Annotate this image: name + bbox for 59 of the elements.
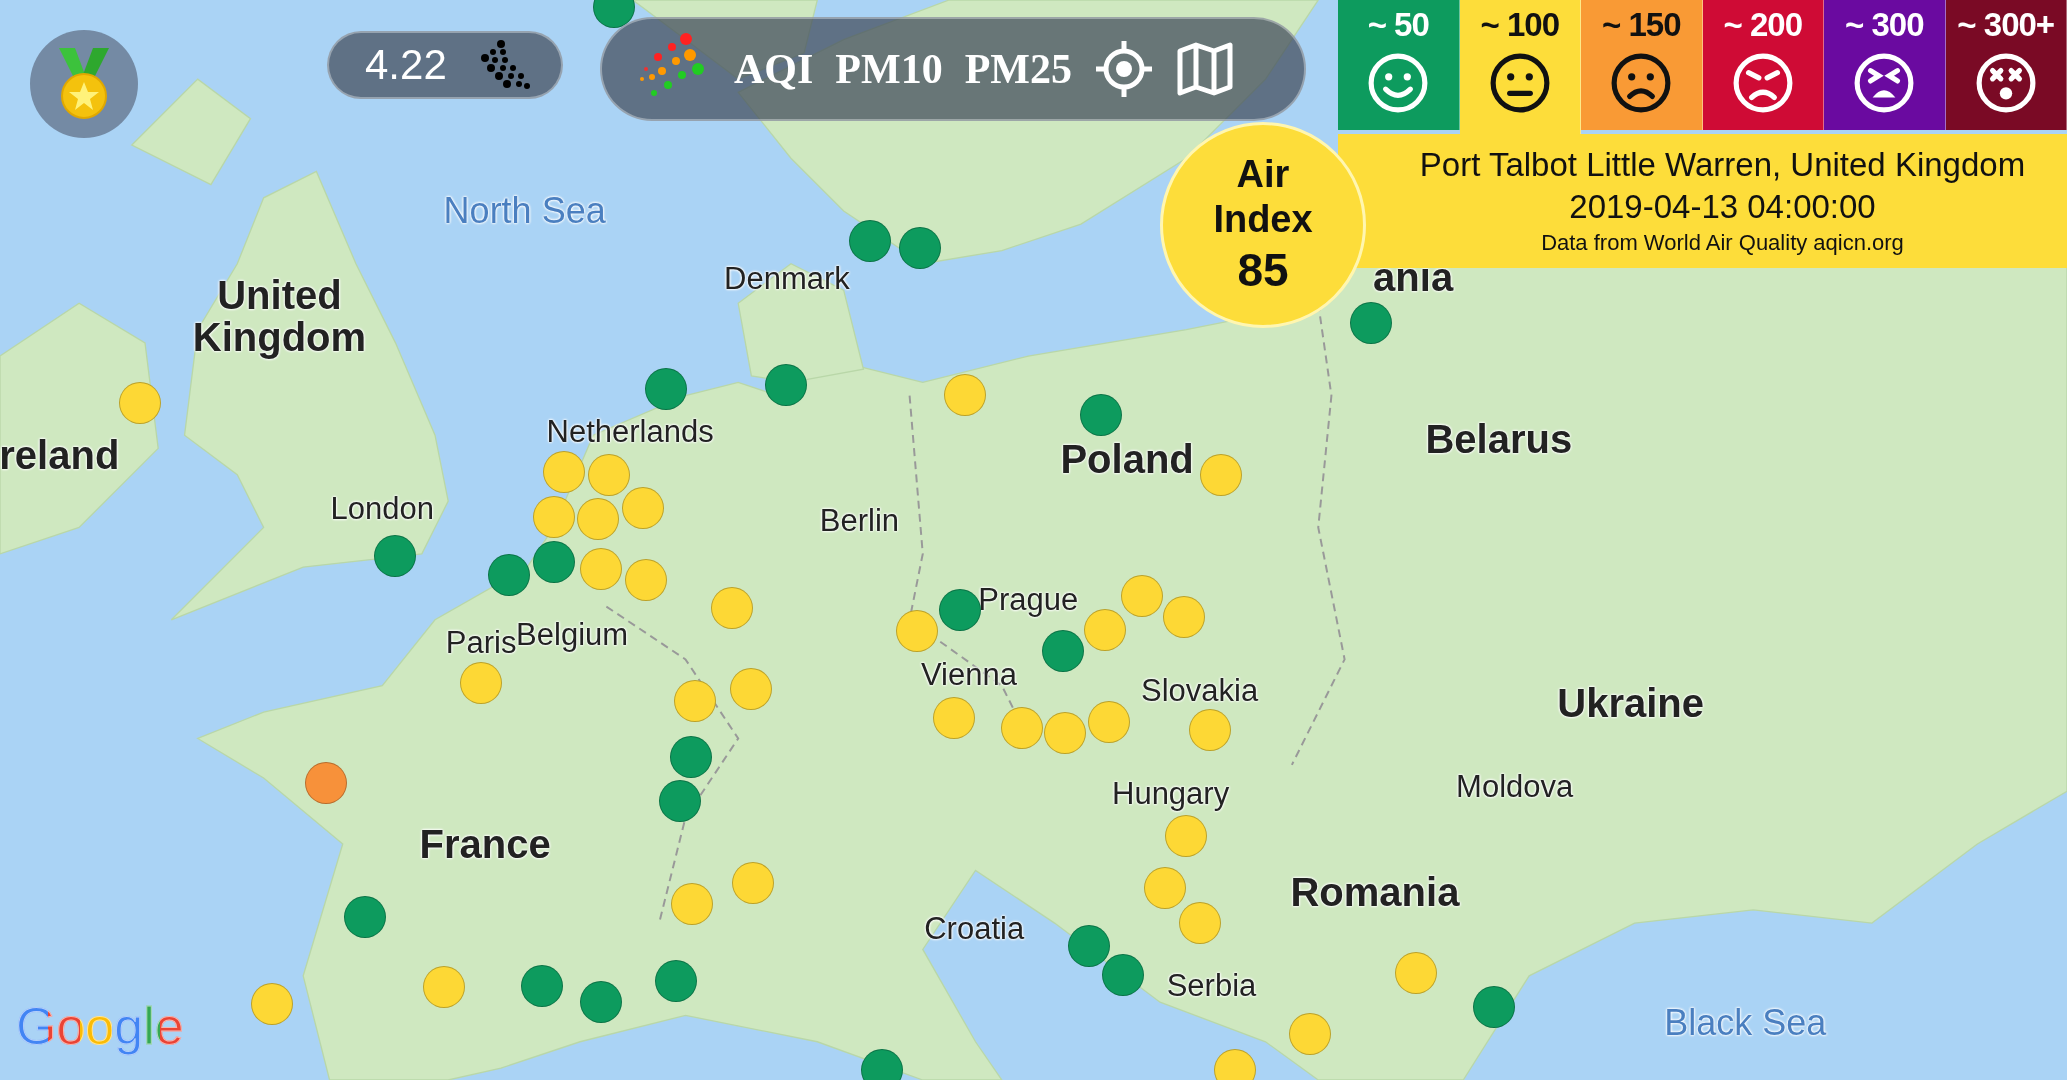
data-source: Data from World Air Quality aqicn.org [1541,230,1904,256]
aqi-range-label: ~ 100 [1480,6,1559,44]
map-label: Serbia [1166,969,1257,1003]
pollutant-button[interactable]: AQI [734,45,814,93]
aqi-pill[interactable]: 4.22 [327,31,563,99]
map-label: ania [1373,255,1454,298]
map-label: Croatia [924,913,1025,946]
aqi-range-label: ~ 300+ [1957,6,2055,44]
frown-face-icon [1610,52,1673,114]
station-time: 2019-04-13 04:00:00 [1569,188,1876,226]
map-label: North Sea [443,192,606,230]
map-label: Prague [978,583,1079,617]
map-label: Moldova [1456,770,1574,804]
map-label: reland [0,433,120,476]
aqi-range-label: ~ 50 [1367,6,1429,44]
aqi-range-label: ~ 150 [1602,6,1681,44]
map-label: Ukraine [1557,681,1705,724]
angry-face-icon [1731,52,1794,114]
map-label: Slovakia [1141,674,1259,707]
station-marker[interactable] [1214,1049,1257,1080]
map-label: France [419,822,551,865]
station-marker[interactable] [487,553,530,596]
pollutant-button[interactable]: PM25 [964,45,1072,93]
air-index-label: Index [1213,197,1313,243]
map-label: Netherlands [546,416,714,449]
smile-face-icon [1367,52,1430,114]
map-label: Black Sea [1664,1004,1827,1042]
tired-face-icon [1853,52,1916,114]
station-marker[interactable] [543,450,586,493]
map-label: Berlin [819,504,900,537]
map-label: Romania [1290,871,1460,914]
neutral-face-icon [1488,52,1551,114]
aqi-range-label: ~ 200 [1723,6,1802,44]
aqi-reading: 4.22 [365,41,447,89]
dizzy-face-icon [1974,52,2037,114]
pollutant-button[interactable]: PM10 [835,45,943,93]
map-label: Denmark [724,263,850,296]
station-marker[interactable] [250,983,293,1026]
station-marker[interactable] [849,220,892,263]
aqi-range-label: ~ 300 [1845,6,1924,44]
station-marker[interactable] [644,367,687,410]
map-button[interactable] [1175,41,1234,97]
folded-map-icon [1175,41,1234,97]
locate-button[interactable] [1093,39,1154,99]
crosshair-icon [1093,39,1154,99]
air-index-value: 85 [1237,243,1289,298]
map-label: United Kingdom [191,274,368,359]
station-name: Port Talbot Little Warren, United Kingdom [1419,146,2026,184]
map-label: Vienna [920,658,1017,692]
map-label: Poland [1060,437,1194,480]
map-label: Paris [445,627,517,660]
station-marker[interactable] [532,495,575,538]
station-marker[interactable] [1102,954,1145,997]
station-marker[interactable] [374,535,417,578]
map-label: Hungary [1112,777,1230,810]
air-index-label: Air [1236,151,1290,197]
map-label: London [330,492,434,526]
map-label: Belgium [516,619,629,652]
map-label: Belarus [1425,417,1573,460]
